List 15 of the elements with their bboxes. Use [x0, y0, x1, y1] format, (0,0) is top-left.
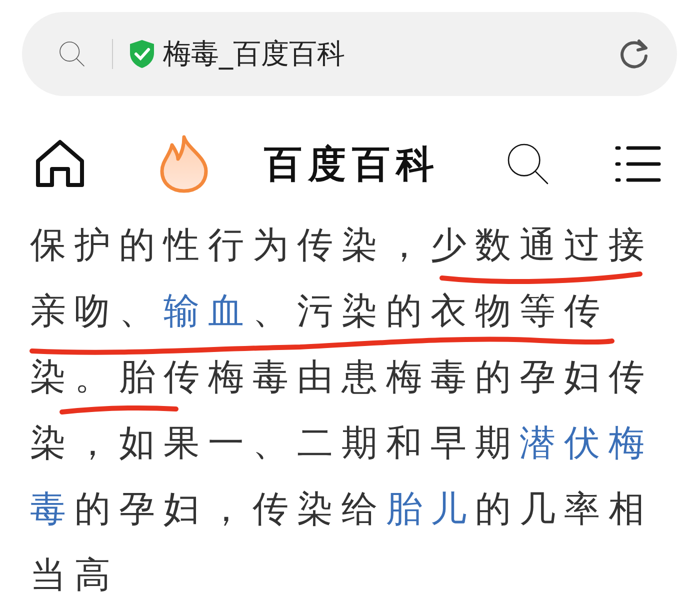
article-text: 当高	[30, 554, 119, 598]
article-link[interactable]: 胎儿	[386, 489, 475, 530]
page-title: 梅毒_百度百科	[163, 36, 346, 72]
article-text: 毒 的孕妇，传染给 胎儿 的几率相	[30, 488, 653, 532]
article-text: 染，如果一、二期和早期 潜伏梅	[30, 422, 653, 466]
article-link[interactable]: 输血	[164, 291, 252, 332]
address-bar[interactable]: 梅毒_百度百科	[22, 12, 677, 96]
flame-icon	[158, 135, 210, 193]
article-link[interactable]: 毒	[30, 489, 74, 530]
home-icon[interactable]	[34, 139, 86, 189]
article-link[interactable]: 潜伏梅	[520, 423, 653, 464]
article-text: 染。胎传梅毒由患梅毒的孕妇传	[30, 356, 653, 400]
site-title: 百度百科	[264, 140, 440, 188]
article-text: 亲吻、输血、污染的衣物等传	[30, 290, 608, 334]
article-text: 保护的性行为传染，少数通过接	[30, 224, 653, 268]
